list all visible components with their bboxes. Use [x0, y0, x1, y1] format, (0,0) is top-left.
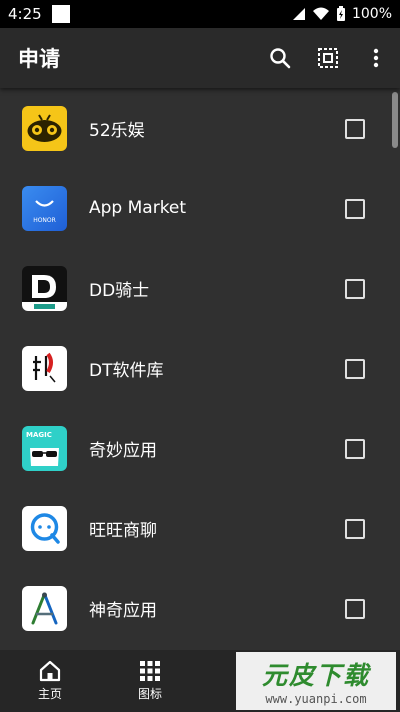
signal-icon — [292, 8, 305, 20]
select-all-icon — [318, 48, 338, 68]
notification-icon — [51, 5, 70, 23]
watermark-title: 元皮下载 — [261, 661, 370, 690]
svg-text:MAGIC: MAGIC — [26, 431, 52, 439]
list-item[interactable]: MAGIC 奇妙应用 — [0, 408, 400, 488]
gamepad-bee-icon — [22, 105, 67, 151]
app-name: DT软件库 — [89, 360, 164, 381]
nav-label: 图标 — [137, 687, 162, 701]
app-checkbox[interactable] — [345, 119, 365, 139]
list-item[interactable]: HONOR App Market — [0, 168, 400, 248]
app-bar: 申请 — [0, 28, 400, 88]
nav-label: 主页 — [37, 687, 62, 701]
svg-text:HONOR: HONOR — [33, 217, 56, 224]
page-title: 申请 — [18, 47, 60, 71]
app-checkbox[interactable] — [345, 599, 365, 619]
search-icon — [270, 48, 291, 69]
wifi-icon — [312, 7, 329, 20]
app-name: 奇妙应用 — [89, 440, 157, 461]
list-item[interactable]: 神奇应用 — [0, 568, 400, 648]
watermark: 元皮下载 www.yuanpi.com — [236, 652, 396, 710]
app-checkbox[interactable] — [345, 519, 365, 539]
list-item[interactable]: 52乐娱 — [0, 88, 400, 168]
app-name: 旺旺商聊 — [89, 520, 157, 541]
status-time: 4:25 — [8, 5, 42, 23]
grid-icon — [140, 661, 160, 681]
scrollbar[interactable] — [392, 92, 398, 148]
list-item[interactable]: DD骑士 — [0, 248, 400, 328]
status-indicators: 100% — [292, 6, 392, 22]
list-item[interactable]: 旺旺商聊 — [0, 488, 400, 568]
chat-bubble-icon — [22, 505, 67, 551]
search-button[interactable] — [256, 34, 304, 82]
home-icon — [39, 660, 61, 682]
app-name: App Market — [89, 198, 187, 218]
more-options-button[interactable] — [352, 34, 400, 82]
app-checkbox[interactable] — [345, 359, 365, 379]
more-vert-icon — [373, 48, 379, 68]
app-name: DD骑士 — [89, 280, 150, 301]
nav-item-home[interactable]: 主页 — [0, 650, 100, 712]
nav-item-icons[interactable]: 图标 — [100, 650, 200, 712]
list-item[interactable]: DT软件库 — [0, 328, 400, 408]
select-all-button[interactable] — [304, 34, 352, 82]
app-list: 52乐娱 HONOR App Market DD骑士 DT软件库 MAGIC 奇… — [0, 88, 400, 650]
app-checkbox[interactable] — [345, 279, 365, 299]
app-name: 神奇应用 — [89, 600, 157, 621]
dt-calligraphy-icon — [22, 345, 67, 391]
compass-a-icon — [22, 585, 67, 631]
app-checkbox[interactable] — [345, 439, 365, 459]
honor-bag-icon: HONOR — [22, 185, 67, 231]
dd-logo-icon — [22, 265, 67, 311]
battery-text: 100% — [351, 6, 392, 22]
app-checkbox[interactable] — [345, 199, 365, 219]
magic-sunglasses-icon: MAGIC — [22, 425, 67, 471]
watermark-url: www.yuanpi.com — [265, 692, 367, 706]
app-name: 52乐娱 — [89, 120, 145, 141]
status-bar: 4:25 100% — [0, 0, 400, 28]
battery-icon — [336, 6, 345, 21]
